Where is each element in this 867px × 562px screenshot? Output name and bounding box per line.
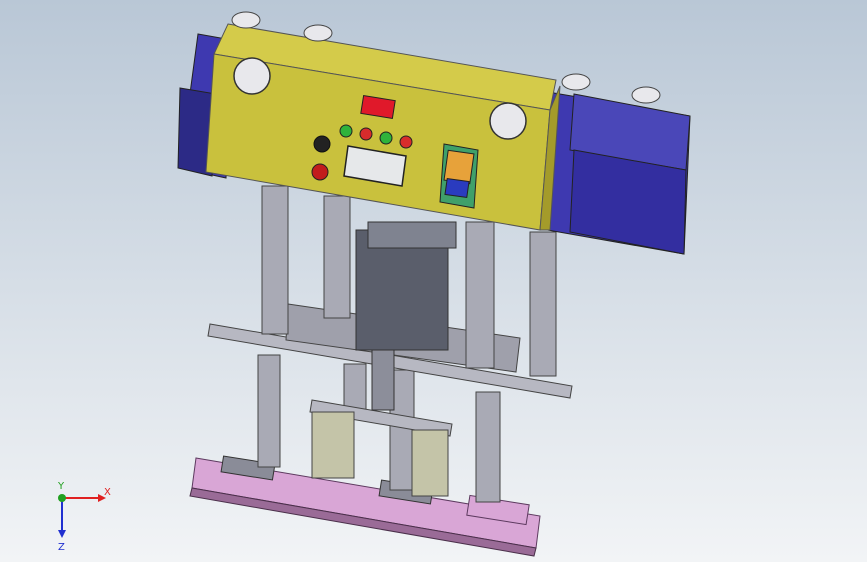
x-axis-label: X — [104, 487, 111, 498]
press-machine-model[interactable] — [0, 0, 867, 562]
z-axis-label: Z — [58, 542, 65, 553]
cad-viewport[interactable]: X Y Z — [0, 0, 867, 562]
right-side-box[interactable] — [535, 91, 691, 255]
controller-panel[interactable] — [439, 143, 479, 209]
y-axis-label: Y — [57, 481, 65, 492]
coordinate-triad: X Y Z — [57, 481, 111, 553]
